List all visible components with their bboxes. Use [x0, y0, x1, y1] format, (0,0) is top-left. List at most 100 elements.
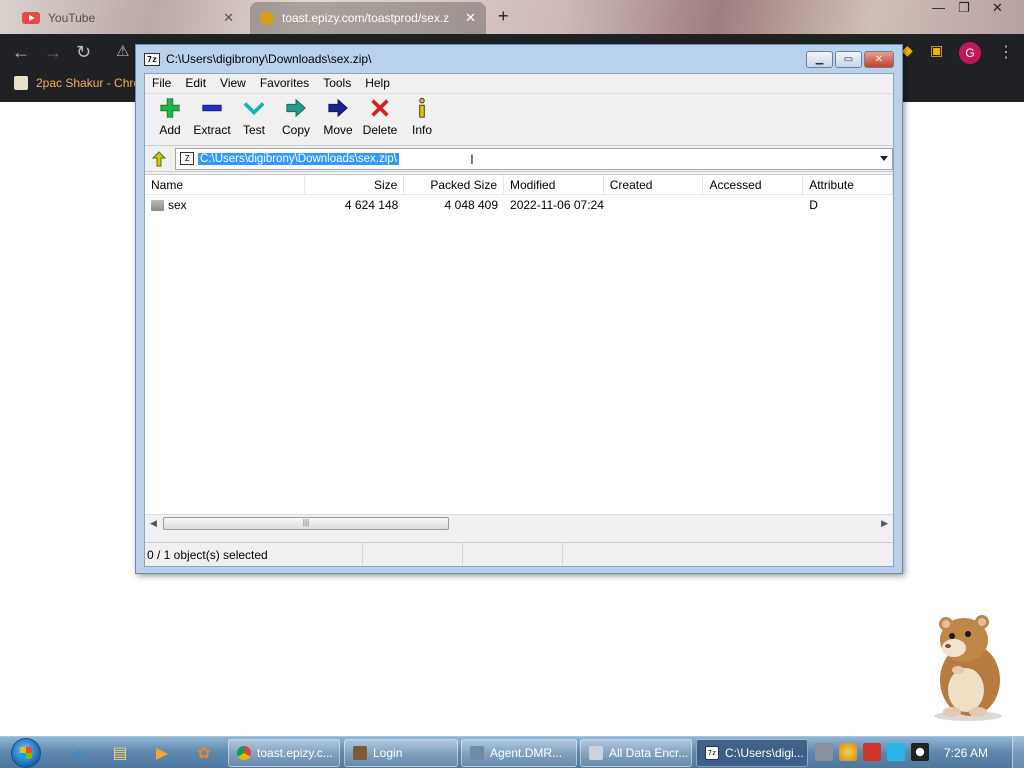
file-list[interactable]: Name Size Packed Size Modified Created A…: [145, 174, 893, 531]
test-button[interactable]: Test: [233, 97, 275, 142]
back-icon[interactable]: ←: [12, 42, 30, 63]
taskbar-chrome[interactable]: toast.epizy.c...: [228, 739, 340, 767]
windows-taskbar: ℯ ▤ ▶ ✿ toast.epizy.c... Login Agent.DMR…: [0, 736, 1024, 768]
column-size[interactable]: Size: [305, 175, 405, 194]
bookmark-favicon-icon: [14, 76, 28, 90]
show-desktop-button[interactable]: [1012, 737, 1024, 768]
menu-help[interactable]: Help: [358, 74, 397, 93]
menu-tools[interactable]: Tools: [316, 74, 358, 93]
7zip-taskbar-icon: 7z: [705, 746, 719, 760]
extract-label: Extract: [193, 123, 231, 137]
menu-bar: File Edit View Favorites Tools Help: [145, 74, 893, 94]
warning-icon[interactable]: ⚠: [116, 42, 129, 60]
move-arrow-icon: [328, 98, 348, 118]
taskbar-login[interactable]: Login: [344, 739, 458, 767]
scroll-thumb[interactable]: |||: [163, 517, 449, 530]
status-cell-2: [363, 543, 463, 566]
cell-name: sex: [145, 198, 305, 212]
taskbar-label: Login: [373, 746, 403, 760]
status-text: 0 / 1 object(s) selected: [145, 543, 363, 566]
dropdown-arrow-icon[interactable]: [880, 155, 888, 161]
bookmark-2pac[interactable]: 2pac Shakur - Chro: [14, 76, 140, 90]
reload-icon[interactable]: ↻: [76, 42, 91, 63]
window-client-area: File Edit View Favorites Tools Help Add …: [144, 73, 894, 567]
archive-icon: Z: [180, 152, 194, 165]
tab-youtube[interactable]: YouTube ✕: [12, 2, 244, 34]
horizontal-scrollbar[interactable]: ◀ ||| ▶: [145, 514, 893, 531]
windows-orb-icon: [11, 738, 41, 768]
new-tab-button[interactable]: +: [498, 6, 509, 27]
taskbar-label: C:\Users\digi...: [725, 746, 804, 760]
scroll-left-icon[interactable]: ◀: [150, 518, 157, 529]
address-bar: Z C:\Users\digibrony\Downloads\sex.zip\ …: [145, 146, 893, 172]
taskbar-all-data-encr[interactable]: All Data Encr...: [580, 739, 692, 767]
path-input[interactable]: C:\Users\digibrony\Downloads\sex.zip\: [198, 152, 399, 165]
folder-icon: [151, 200, 164, 212]
status-bar: 0 / 1 object(s) selected: [145, 542, 893, 566]
column-packed-size[interactable]: Packed Size: [404, 175, 505, 194]
column-accessed[interactable]: Accessed: [703, 175, 804, 194]
menu-favorites[interactable]: Favorites: [253, 74, 316, 93]
start-button[interactable]: [6, 737, 46, 768]
delete-button[interactable]: Delete: [359, 97, 401, 142]
column-modified[interactable]: Modified: [504, 175, 604, 194]
column-name[interactable]: Name: [145, 175, 305, 194]
tray-network-icon[interactable]: [887, 743, 905, 761]
maximize-button[interactable]: ▭: [835, 51, 862, 68]
table-row[interactable]: sex 4 624 148 4 048 409 2022-11-06 07:24…: [145, 195, 893, 215]
media-player-icon[interactable]: ▶: [150, 741, 174, 765]
tab-close-icon[interactable]: ✕: [465, 10, 476, 26]
browser-restore-icon[interactable]: ❐: [958, 0, 970, 16]
menu-edit[interactable]: Edit: [178, 74, 213, 93]
tray-volume-icon[interactable]: [911, 743, 929, 761]
test-label: Test: [242, 123, 265, 137]
path-combobox[interactable]: Z C:\Users\digibrony\Downloads\sex.zip\ …: [175, 147, 893, 170]
extract-button[interactable]: Extract: [191, 97, 233, 142]
forward-icon[interactable]: →: [44, 42, 62, 63]
window-titlebar[interactable]: 7z C:\Users\digibrony\Downloads\sex.zip\…: [136, 45, 902, 73]
extension-icon[interactable]: ◆: [902, 42, 913, 59]
scroll-right-icon[interactable]: ▶: [881, 518, 888, 529]
tray-flag-icon[interactable]: [863, 743, 881, 761]
browser-close-icon[interactable]: ✕: [992, 0, 1003, 16]
taskbar-7zip[interactable]: 7z C:\Users\digi...: [696, 739, 808, 767]
info-button[interactable]: Info: [401, 97, 443, 142]
taskbar-label: All Data Encr...: [609, 746, 689, 760]
cell-packed-size: 4 048 409: [444, 198, 499, 212]
taskbar-clock[interactable]: 7:26 AM: [944, 746, 988, 760]
profile-avatar[interactable]: G: [959, 42, 981, 64]
up-folder-button[interactable]: [147, 148, 171, 170]
cell-modified: 2022-11-06 07:24: [510, 198, 604, 212]
column-created[interactable]: Created: [604, 175, 704, 194]
app-icon[interactable]: ✿: [192, 741, 216, 765]
ie-icon[interactable]: ℯ: [68, 741, 92, 765]
taskbar-agent-dmr[interactable]: Agent.DMR...: [461, 739, 577, 767]
menu-file[interactable]: File: [145, 74, 178, 93]
sidepanel-icon[interactable]: ▣: [930, 42, 943, 59]
window-app-icon: [470, 746, 484, 760]
tray-app-icon[interactable]: [815, 743, 833, 761]
tray-search-icon[interactable]: [839, 743, 857, 761]
status-cell-3: [463, 543, 563, 566]
copy-button[interactable]: Copy: [275, 97, 317, 142]
add-button[interactable]: Add: [149, 97, 191, 142]
browser-minimize-icon[interactable]: —: [932, 0, 945, 15]
text-cursor-icon: I: [470, 150, 474, 167]
tab-close-icon[interactable]: ✕: [223, 10, 234, 26]
7zip-window: 7z C:\Users\digibrony\Downloads\sex.zip\…: [135, 44, 903, 574]
move-button[interactable]: Move: [317, 97, 359, 142]
close-button[interactable]: ✕: [864, 51, 894, 68]
toolbar: Add Extract Test Copy Move Delete Info: [145, 94, 893, 146]
minimize-button[interactable]: ▁: [806, 51, 833, 68]
extract-icon: [202, 104, 222, 112]
menu-view[interactable]: View: [213, 74, 253, 93]
tab-toast-epizy[interactable]: toast.epizy.com/toastprod/sex.z ✕: [250, 2, 486, 34]
column-attribute[interactable]: Attribute: [803, 175, 893, 194]
hamster-image: [934, 615, 1002, 721]
menu-kebab-icon[interactable]: ⋮: [998, 42, 1014, 62]
explorer-icon[interactable]: ▤: [108, 741, 132, 765]
browser-tabstrip: YouTube ✕ toast.epizy.com/toastprod/sex.…: [0, 0, 1024, 34]
tab-title: toast.epizy.com/toastprod/sex.z: [282, 11, 450, 25]
up-arrow-icon: [151, 150, 167, 166]
cell-size: 4 624 148: [344, 198, 399, 212]
